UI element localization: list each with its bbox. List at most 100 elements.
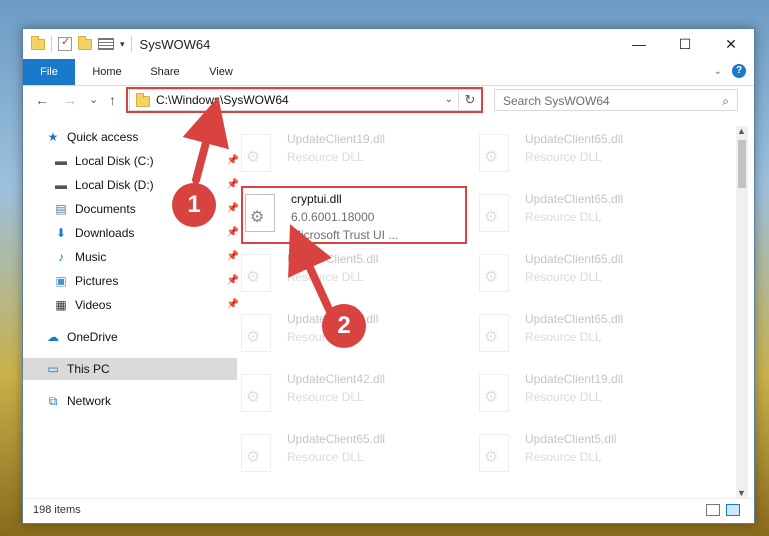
dll-file-icon: ⚙ [241, 254, 271, 292]
sidebar-item-label: OneDrive [67, 330, 118, 344]
quick-access-toolbar: ▾ SysWOW64 [31, 35, 211, 52]
videos-icon: ▦ [55, 298, 67, 312]
sidebar-item-onedrive[interactable]: ☁ OneDrive [23, 326, 237, 348]
expand-ribbon-icon[interactable]: ⌄ [714, 66, 722, 77]
tab-file[interactable]: File [23, 59, 75, 85]
new-folder-icon[interactable] [78, 35, 92, 50]
dll-file-icon: ⚙ [241, 314, 271, 352]
search-input[interactable]: Search SysWOW64 ⌕ [494, 89, 738, 111]
tab-home[interactable]: Home [83, 59, 131, 85]
file-tile[interactable]: ⚙ UpdateClient65.dll Resource DLL [475, 306, 701, 364]
gear-icon: ⚙ [246, 389, 261, 406]
sidebar-item-label: Videos [75, 298, 112, 312]
file-tile[interactable]: ⚙ UpdateClient5.dll Resource DLL [475, 426, 701, 484]
gear-icon: ⚙ [484, 449, 499, 466]
search-placeholder: Search SysWOW64 [503, 94, 610, 108]
file-type: Resource DLL [287, 150, 364, 164]
file-tile[interactable]: ⚙ UpdateClient42.dll Resource DLL [237, 366, 463, 424]
customize-toolbar-icon[interactable] [98, 38, 114, 50]
gear-icon: ⚙ [246, 269, 261, 286]
tab-share[interactable]: Share [141, 59, 189, 85]
file-type: Resource DLL [525, 210, 602, 224]
disk-icon: ▬ [55, 178, 67, 192]
file-name: UpdateClient42.dll [287, 372, 386, 386]
file-tile[interactable]: ⚙ UpdateClient65.dll Resource DLL [475, 246, 701, 304]
up-button[interactable]: ↑ [109, 92, 116, 108]
file-tile[interactable]: ⚙ UpdateClient19.dll Resource DLL [475, 366, 701, 424]
sidebar-item-music[interactable]: ♪ Music 📌 [23, 246, 245, 268]
file-name: UpdateClient65.dll [525, 132, 624, 146]
sidebar-item-local-disk-c[interactable]: ▬ Local Disk (C:) 📌 [23, 150, 245, 172]
maximize-button[interactable]: ☐ [662, 29, 708, 59]
dll-file-icon: ⚙ [479, 254, 509, 292]
sidebar-item-this-pc[interactable]: ▭ This PC [23, 358, 237, 380]
file-list: ⚙ UpdateClient19.dll Resource DLL ⚙ cryp… [237, 126, 731, 486]
file-name: UpdateClient65.dll [525, 252, 624, 266]
tiles-view-icon[interactable] [726, 504, 740, 516]
file-type: Resource DLL [525, 390, 602, 404]
scrollbar-thumb[interactable] [738, 140, 746, 188]
sidebar-item-label: Local Disk (C:) [75, 154, 154, 168]
title-bar: ▾ SysWOW64 — ☐ ✕ [23, 29, 754, 59]
gear-icon: ⚙ [484, 389, 499, 406]
star-icon: ★ [47, 130, 59, 144]
gear-icon: ⚙ [246, 149, 261, 166]
step-badge-1-label: 1 [187, 191, 201, 218]
file-explorer-window: ▾ SysWOW64 — ☐ ✕ File Home Share View ⌄ … [22, 28, 755, 524]
file-tile[interactable]: ⚙ UpdateClient65.dll Resource DLL [475, 126, 701, 184]
file-tile[interactable]: ⚙ UpdateClient5.dll Resource DLL [237, 246, 463, 304]
documents-icon: ▤ [55, 202, 67, 216]
music-icon: ♪ [58, 250, 64, 264]
scroll-up-icon[interactable]: ▲ [737, 126, 746, 136]
sidebar-item-videos[interactable]: ▦ Videos 📌 [23, 294, 245, 316]
dll-file-icon: ⚙ [241, 374, 271, 412]
file-name: UpdateClient19.dll [287, 132, 386, 146]
navigation-pane: ★ Quick access ▬ Local Disk (C:) 📌 ▬ Loc… [23, 126, 239, 486]
file-name: UpdateClient65.dll [525, 192, 624, 206]
file-type: Resource DLL [287, 390, 364, 404]
file-tile[interactable]: ⚙ UpdateClient19.dll Resource DLL [237, 126, 463, 184]
properties-icon[interactable] [58, 35, 72, 51]
file-type: Resource DLL [525, 450, 602, 464]
window-title: SysWOW64 [139, 36, 211, 52]
close-button[interactable]: ✕ [708, 29, 754, 59]
sidebar-item-network[interactable]: ⧉ Network [23, 390, 237, 412]
disk-icon: ▬ [55, 154, 67, 168]
sidebar-item-quick-access[interactable]: ★ Quick access [23, 126, 237, 148]
ribbon-controls: ⌄ ? [714, 64, 746, 78]
navigation-bar: ← → ⌄ ↑ C:\Windows\SysWOW64 ⌄ ↻ Search S… [23, 86, 754, 116]
help-icon[interactable]: ? [732, 64, 746, 78]
file-highlight-box [241, 186, 467, 244]
minimize-button[interactable]: — [616, 29, 662, 59]
chevron-down-icon[interactable]: ▾ [120, 39, 125, 50]
recent-locations-button[interactable]: ⌄ [89, 93, 98, 106]
gear-icon: ⚙ [484, 329, 499, 346]
tab-view[interactable]: View [197, 59, 245, 85]
file-name: UpdateClient5.dll [287, 252, 379, 266]
sidebar-item-pictures[interactable]: ▣ Pictures 📌 [23, 270, 245, 292]
sidebar-item-label: Documents [75, 202, 136, 216]
scroll-down-icon[interactable]: ▼ [737, 488, 746, 498]
gear-icon: ⚙ [484, 269, 499, 286]
back-button[interactable]: ← [35, 92, 49, 108]
gear-icon: ⚙ [484, 209, 499, 226]
details-view-icon[interactable] [706, 504, 720, 516]
dll-file-icon: ⚙ [241, 434, 271, 472]
file-tile[interactable]: ⚙ UpdateClient65.dll Resource DLL [237, 426, 463, 484]
address-highlight-box [126, 87, 483, 113]
dll-file-icon: ⚙ [479, 374, 509, 412]
pictures-icon: ▣ [55, 274, 67, 288]
forward-button[interactable]: → [63, 92, 77, 108]
item-count: 198 items [33, 504, 81, 516]
search-icon: ⌕ [722, 94, 729, 108]
dll-file-icon: ⚙ [479, 434, 509, 472]
status-bar: 198 items [23, 498, 754, 523]
file-name: UpdateClient19.dll [525, 372, 624, 386]
file-name: UpdateClient5.dll [525, 432, 617, 446]
network-icon: ⧉ [48, 393, 58, 408]
sidebar-item-label: Local Disk (D:) [75, 178, 154, 192]
gear-icon: ⚙ [484, 149, 499, 166]
vertical-scrollbar[interactable]: ▲ ▼ [736, 126, 748, 498]
file-name: UpdateClient65.dll [287, 432, 386, 446]
file-tile[interactable]: ⚙ UpdateClient65.dll Resource DLL [475, 186, 701, 244]
